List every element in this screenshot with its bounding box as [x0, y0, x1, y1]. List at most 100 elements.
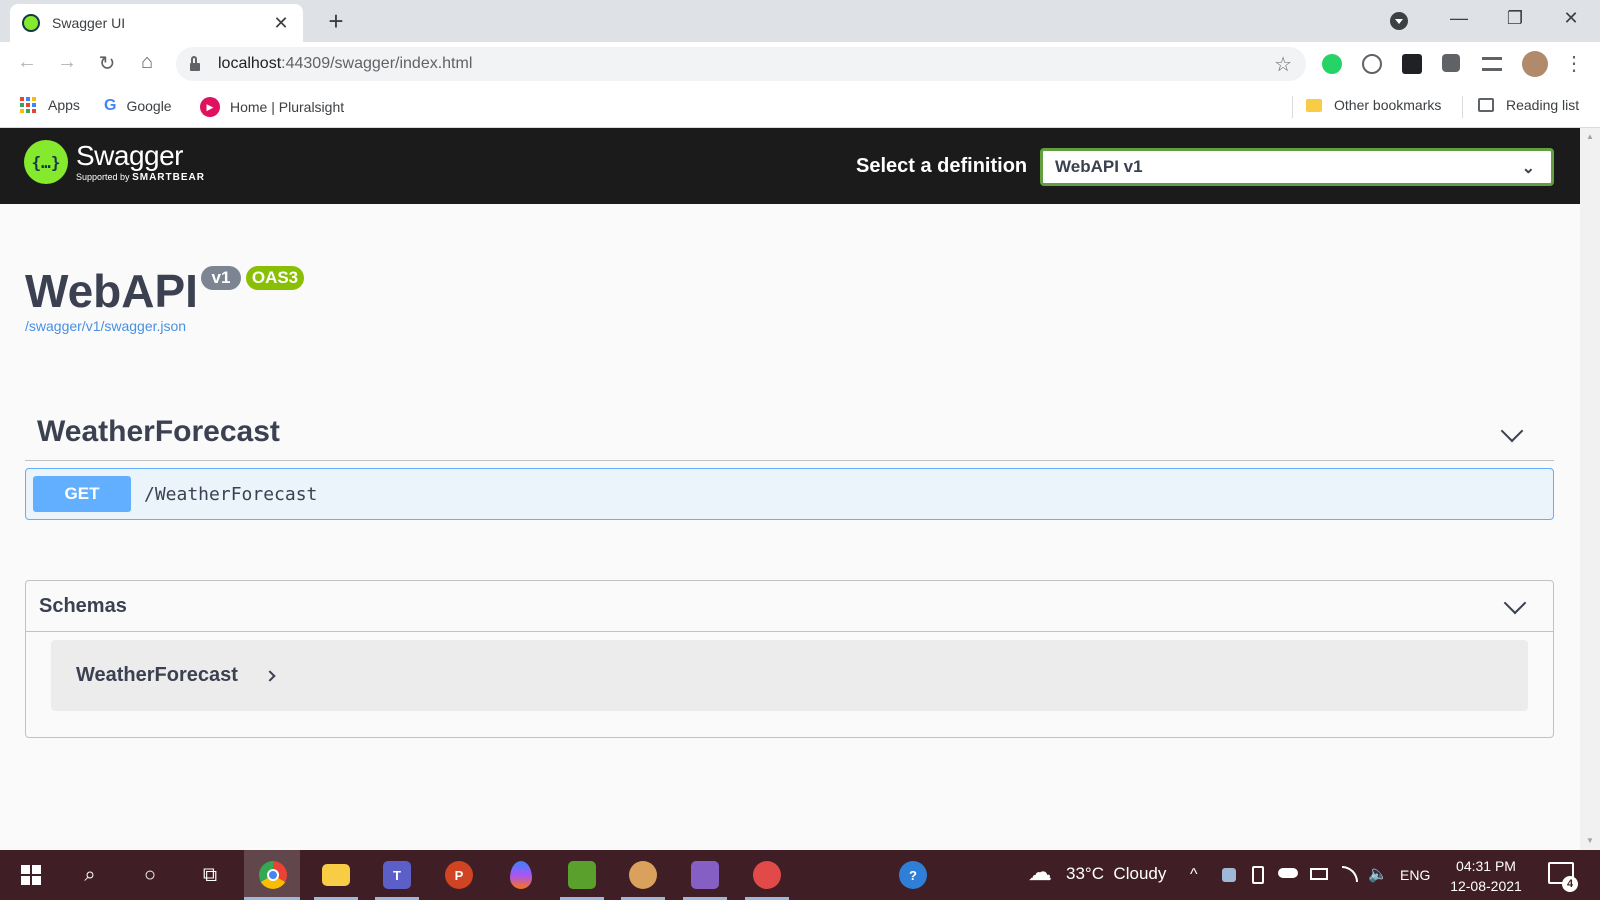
notepad-app-icon[interactable]	[567, 860, 597, 890]
swagger-favicon-icon	[22, 14, 40, 32]
wifi-icon[interactable]	[1342, 866, 1358, 882]
api-info: WebAPI v1 OAS3	[25, 264, 304, 318]
tab-title: Swagger UI	[52, 15, 126, 31]
file-explorer-icon[interactable]	[321, 860, 351, 890]
reload-button[interactable]: ↻	[94, 51, 120, 76]
react-devtools-icon[interactable]	[1402, 54, 1422, 74]
restore-button[interactable]: ❐	[1500, 8, 1530, 29]
chevron-down-icon[interactable]	[1503, 591, 1527, 615]
bookmark-pluralsight[interactable]: ▶ Home | Pluralsight	[200, 97, 344, 117]
system-clock[interactable]: 04:31 PM 12-08-2021	[1436, 856, 1536, 896]
url-text: localhost:44309/swagger/index.html	[218, 55, 473, 72]
swagger-brand-name: Swagger	[76, 139, 184, 171]
folder-icon	[1306, 98, 1322, 112]
help-icon[interactable]: ?	[898, 860, 928, 890]
search-icon[interactable]: ⌕	[75, 860, 105, 890]
battery-icon[interactable]	[1310, 868, 1328, 880]
browser-tab-swagger[interactable]: Swagger UI ✕	[10, 4, 303, 42]
bookmark-google[interactable]: G Google	[104, 97, 172, 115]
swagger-brand-sub: Supported by SMARTBEAR	[76, 171, 205, 183]
definition-select[interactable]: WebAPI v1 ⌄	[1040, 148, 1554, 186]
tray-overflow-chevron-icon[interactable]: ^	[1190, 866, 1198, 884]
schemas-header[interactable]: Schemas	[26, 581, 1553, 632]
version-badge: v1	[201, 266, 241, 290]
method-badge: GET	[33, 476, 131, 512]
clock-date: 12-08-2021	[1450, 878, 1522, 894]
teams-icon[interactable]: T	[382, 860, 412, 890]
snipping-tool-icon[interactable]	[752, 860, 782, 890]
back-button[interactable]: ←	[14, 51, 40, 74]
bookmarks-bar: Apps G Google ▶ Home | Pluralsight Other…	[0, 86, 1600, 128]
reading-list[interactable]: Reading list	[1478, 97, 1579, 113]
chevron-down-icon: ⌄	[1521, 160, 1535, 177]
close-window-button[interactable]: ✕	[1556, 8, 1586, 29]
bookmark-other[interactable]: Other bookmarks	[1306, 97, 1441, 113]
task-view-icon[interactable]: ⧉	[195, 860, 225, 890]
bookmark-other-label: Other bookmarks	[1334, 97, 1442, 113]
browser-toolbar: ← → ↻ ⌂ localhost:44309/swagger/index.ht…	[0, 42, 1600, 86]
paint-icon[interactable]	[628, 860, 658, 890]
windows-logo-icon	[21, 865, 41, 885]
tag-section-weatherforecast: WeatherForecast GET /WeatherForecast	[25, 403, 1554, 520]
swagger-logo-icon: {…}	[24, 140, 68, 184]
lock-icon[interactable]	[190, 55, 200, 71]
tag-title: WeatherForecast	[37, 414, 280, 448]
drop-app-icon[interactable]	[506, 860, 536, 890]
media-queue-icon[interactable]	[1482, 57, 1502, 71]
bookmark-star-icon[interactable]: ☆	[1274, 52, 1292, 77]
tab-search-icon[interactable]	[1390, 12, 1408, 30]
scroll-up-arrow-icon[interactable]: ▲	[1586, 132, 1594, 141]
oas-badge: OAS3	[246, 266, 304, 290]
clock-time: 04:31 PM	[1456, 858, 1516, 874]
api-title: WebAPI	[25, 265, 198, 317]
chrome-menu-icon[interactable]: ⋮	[1564, 51, 1584, 76]
powerpoint-icon[interactable]: P	[444, 860, 474, 890]
start-button[interactable]	[16, 860, 46, 890]
schema-name: WeatherForecast	[76, 664, 238, 686]
new-tab-button[interactable]: +	[322, 8, 350, 34]
volume-icon[interactable]: 🔈	[1368, 864, 1388, 884]
swagger-logo[interactable]: {…} Swagger Supported by SMARTBEAR	[24, 140, 205, 184]
vertical-scrollbar[interactable]: ▲ ▼	[1580, 128, 1600, 850]
forward-button[interactable]: →	[54, 51, 80, 74]
spec-json-link[interactable]: /swagger/v1/swagger.json	[25, 318, 186, 334]
bookmark-separator	[1292, 96, 1293, 118]
language-indicator[interactable]: ENG	[1400, 867, 1430, 883]
reading-list-icon	[1478, 98, 1494, 112]
scroll-down-arrow-icon[interactable]: ▼	[1586, 836, 1594, 845]
cortana-icon[interactable]: ○	[135, 860, 165, 890]
bookmark-apps[interactable]: Apps	[20, 97, 80, 113]
profile-avatar-icon[interactable]	[1522, 51, 1548, 77]
swagger-extension-icon[interactable]	[1362, 54, 1382, 74]
page-viewport: {…} Swagger Supported by SMARTBEAR Selec…	[0, 128, 1580, 850]
meet-now-icon[interactable]	[1252, 866, 1264, 884]
whatsapp-icon[interactable]	[1322, 54, 1342, 74]
weather-cloud-icon[interactable]: ☁	[1028, 858, 1052, 887]
schemas-section: Schemas WeatherForecast	[25, 580, 1554, 738]
chevron-down-icon[interactable]	[1500, 419, 1524, 443]
bookmark-pluralsight-label: Home | Pluralsight	[230, 99, 345, 115]
notification-count-badge: 4	[1562, 876, 1578, 892]
close-tab-icon[interactable]: ✕	[271, 13, 291, 34]
chrome-icon[interactable]	[258, 860, 288, 890]
swagger-topbar: {…} Swagger Supported by SMARTBEAR Selec…	[0, 128, 1580, 204]
apps-grid-icon	[20, 97, 36, 113]
browser-tab-strip: Swagger UI ✕ + — ❐ ✕	[0, 0, 1600, 42]
home-button[interactable]: ⌂	[134, 51, 160, 74]
tray-app-icon[interactable]	[1222, 868, 1236, 882]
onedrive-icon[interactable]	[1278, 868, 1298, 878]
address-bar[interactable]: localhost:44309/swagger/index.html ☆	[176, 47, 1306, 81]
tag-header[interactable]: WeatherForecast	[25, 403, 1554, 461]
operation-path: /WeatherForecast	[144, 483, 318, 505]
bookmark-separator	[1462, 96, 1463, 118]
pluralsight-icon: ▶	[200, 97, 220, 117]
visual-studio-icon[interactable]	[690, 860, 720, 890]
minimize-button[interactable]: —	[1444, 8, 1474, 29]
windows-taskbar: ⌕ ○ ⧉ T P ? ☁ 33°C Cloudy ^ 🔈 ENG 04:31 …	[0, 850, 1600, 900]
puzzle-extensions-icon[interactable]	[1442, 54, 1460, 72]
weather-text[interactable]: 33°C Cloudy	[1066, 864, 1166, 884]
schema-item[interactable]: WeatherForecast	[51, 640, 1528, 711]
chevron-right-icon[interactable]	[264, 669, 276, 682]
definition-label: Select a definition	[856, 155, 1028, 177]
operation-get-weatherforecast[interactable]: GET /WeatherForecast	[25, 468, 1554, 520]
